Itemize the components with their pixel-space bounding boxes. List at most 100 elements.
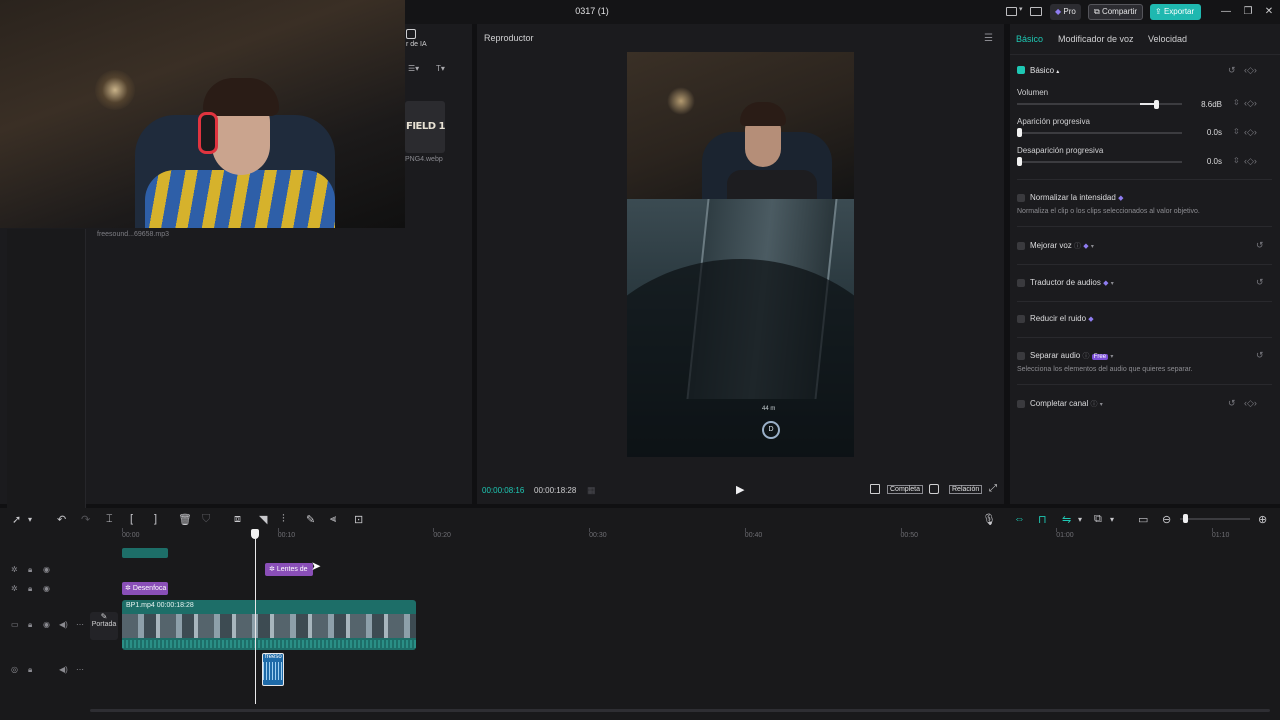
- more-icon[interactable]: ⋯: [76, 665, 84, 674]
- fade-out-knob[interactable]: [1017, 157, 1022, 166]
- full-quality-button[interactable]: Completa: [887, 485, 923, 494]
- zoom-fit-icon[interactable]: [929, 484, 939, 494]
- close-button[interactable]: ✕: [1261, 4, 1277, 20]
- ai-avatar-icon[interactable]: [406, 29, 416, 39]
- ai-tab-label[interactable]: r de IA: [406, 41, 427, 48]
- channel-keyframe-icon[interactable]: ‹◇›: [1244, 398, 1257, 409]
- translate-audio-checkbox[interactable]: [1017, 279, 1025, 287]
- timeline-ruler[interactable]: 00:00 00:10 00:20 00:30 00:40 00:50 01:00 01:10: [122, 528, 1272, 544]
- more-icon[interactable]: ⋯: [76, 620, 84, 629]
- linkage-icon[interactable]: ⇋: [1062, 513, 1071, 526]
- freeze-icon[interactable]: ⧈: [234, 513, 241, 526]
- mark-icon[interactable]: ◥: [259, 513, 267, 526]
- blur-effect-clip[interactable]: ✲ Desenfoca: [122, 582, 168, 595]
- video-clip[interactable]: BP1.mp4 00:00:18:28: [122, 600, 416, 650]
- zoom-in-icon[interactable]: ⊕: [1258, 513, 1267, 526]
- complete-channel-checkbox[interactable]: [1017, 400, 1025, 408]
- volume-value[interactable]: 8.6dB: [1190, 100, 1222, 109]
- delete-icon[interactable]: 🗑: [178, 513, 192, 526]
- tab-basic[interactable]: Básico: [1016, 34, 1043, 44]
- undo-icon[interactable]: ↶: [57, 513, 66, 526]
- fade-out-keyframe-icon[interactable]: ‹◇›: [1244, 156, 1257, 167]
- trim-left-icon[interactable]: [: [130, 513, 133, 525]
- zoom-knob[interactable]: [1183, 514, 1188, 523]
- lock-icon[interactable]: 🔒︎: [28, 665, 32, 675]
- keyframe-nav-icon[interactable]: ‹◇›: [1244, 65, 1257, 76]
- separate-audio-checkbox[interactable]: [1017, 352, 1025, 360]
- layout-icon[interactable]: [1006, 7, 1017, 16]
- ratio-button[interactable]: Relación: [949, 485, 983, 494]
- split-icon[interactable]: ⌶: [106, 513, 113, 526]
- lens-effect-clip[interactable]: ✲ Lentes de: [265, 563, 313, 576]
- grid-icon[interactable]: ▦: [587, 485, 596, 496]
- fade-in-slider[interactable]: [1017, 132, 1182, 134]
- pro-button[interactable]: ◆ Pro: [1050, 4, 1081, 20]
- noise-reduction-checkbox[interactable]: [1017, 315, 1025, 323]
- select-tool-icon[interactable]: ➚: [12, 513, 21, 526]
- tab-speed[interactable]: Velocidad: [1148, 34, 1187, 44]
- separate-reset-icon[interactable]: ↺: [1256, 350, 1264, 361]
- fade-in-value[interactable]: 0.0s: [1190, 128, 1222, 137]
- zoom-out-icon[interactable]: ⊖: [1162, 513, 1171, 526]
- volume-knob[interactable]: [1154, 100, 1159, 109]
- preview-axis-icon[interactable]: ⧉: [1094, 513, 1102, 526]
- eye-icon[interactable]: ◉: [43, 620, 50, 629]
- basic-toggle[interactable]: [1017, 66, 1025, 74]
- lock-icon[interactable]: 🔒︎: [28, 584, 32, 594]
- fade-in-knob[interactable]: [1017, 128, 1022, 137]
- mirror-icon[interactable]: ⫷: [330, 513, 336, 526]
- volume-keyframe-icon[interactable]: ‹◇›: [1244, 98, 1257, 109]
- translate-reset-icon[interactable]: ↺: [1256, 277, 1264, 288]
- enhance-voice-checkbox[interactable]: [1017, 242, 1025, 250]
- stepper-icon[interactable]: ⇳: [1233, 98, 1240, 107]
- link-main-track-icon[interactable]: ⇔: [1014, 513, 1025, 525]
- fade-in-stepper-icon[interactable]: ⇳: [1233, 127, 1240, 136]
- reset-icon[interactable]: ↺: [1228, 65, 1236, 76]
- aspect-icon[interactable]: [870, 484, 880, 494]
- fade-out-slider[interactable]: [1017, 161, 1182, 163]
- chevron-down-icon[interactable]: ▾: [1110, 515, 1114, 524]
- zoom-slider[interactable]: [1180, 518, 1250, 520]
- chevron-down-icon[interactable]: ▾: [28, 515, 32, 524]
- normalize-checkbox[interactable]: [1017, 194, 1025, 202]
- minimize-button[interactable]: —: [1218, 4, 1234, 20]
- export-button[interactable]: ⇪ Exportar: [1150, 4, 1201, 20]
- lock-icon[interactable]: 🔒︎: [28, 565, 32, 575]
- magic-icon[interactable]: ✎: [306, 513, 315, 526]
- fade-in-keyframe-icon[interactable]: ‹◇›: [1244, 127, 1257, 138]
- audio-clip[interactable]: freeso: [262, 653, 284, 686]
- cover-button[interactable]: ✎ Portada: [90, 612, 118, 640]
- trim-right-icon[interactable]: ]: [154, 513, 157, 525]
- teal-clip[interactable]: [122, 548, 168, 558]
- redo-icon[interactable]: ↷: [81, 513, 90, 526]
- thumbnail-icon[interactable]: ▭: [1138, 513, 1148, 526]
- lock-icon[interactable]: 🔒︎: [28, 620, 32, 630]
- fade-out-stepper-icon[interactable]: ⇳: [1233, 156, 1240, 165]
- menu-icon[interactable]: ☰: [984, 33, 993, 44]
- restore-button[interactable]: ❐: [1240, 4, 1256, 20]
- shield-icon[interactable]: ⛉: [202, 513, 210, 526]
- channel-reset-icon[interactable]: ↺: [1228, 398, 1236, 409]
- fade-out-value[interactable]: 0.0s: [1190, 157, 1222, 166]
- share-button[interactable]: ⧉ Compartir: [1088, 4, 1144, 20]
- microphone-icon[interactable]: 🎙: [982, 513, 996, 526]
- sort-icon[interactable]: ☰▾: [408, 64, 419, 73]
- keyboard-icon[interactable]: [1030, 7, 1042, 16]
- basic-section-title[interactable]: Básico ▴: [1030, 66, 1059, 75]
- adjust-icon[interactable]: ⫶: [282, 513, 285, 526]
- eye-icon[interactable]: ◉: [43, 584, 50, 593]
- horizontal-scrollbar[interactable]: [90, 709, 1270, 712]
- speaker-icon[interactable]: ◀): [59, 620, 68, 629]
- tab-voice-modifier[interactable]: Modificador de voz: [1058, 34, 1134, 44]
- video-preview[interactable]: 44 m D: [627, 52, 854, 457]
- chevron-down-icon[interactable]: ▾: [1078, 515, 1082, 524]
- magnet-icon[interactable]: ⊓: [1038, 513, 1047, 526]
- sticker-thumbnail[interactable]: FIELD 1: [405, 101, 446, 153]
- filter-icon[interactable]: T▾: [436, 64, 445, 73]
- chevron-down-icon[interactable]: ▾: [1019, 5, 1023, 13]
- eye-icon[interactable]: ◉: [43, 565, 50, 574]
- enhance-reset-icon[interactable]: ↺: [1256, 240, 1264, 251]
- crop-icon[interactable]: ⊡: [354, 513, 363, 526]
- speaker-icon[interactable]: ◀): [59, 665, 68, 674]
- play-button[interactable]: ▶: [736, 483, 744, 496]
